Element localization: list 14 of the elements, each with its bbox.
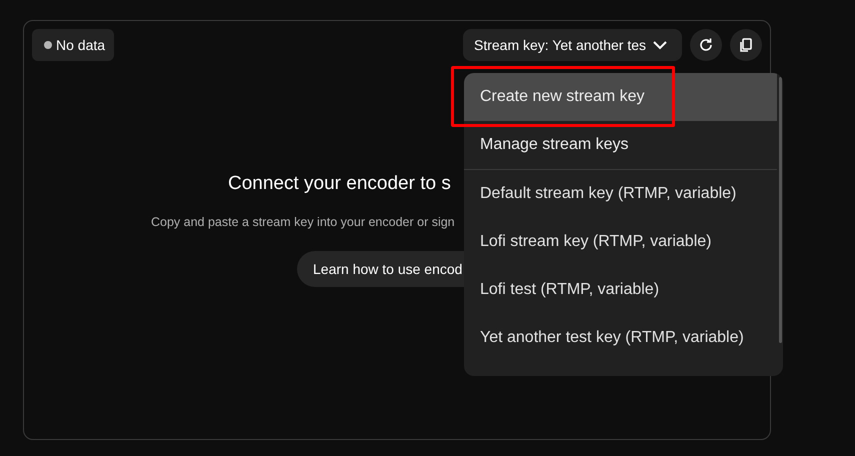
menu-item[interactable]: Create new stream key	[464, 73, 777, 121]
menu-item[interactable]: Manage stream keys	[464, 121, 777, 169]
refresh-icon	[698, 37, 714, 53]
empty-state-text: Copy and paste a stream key into your encoder or sign	[151, 215, 455, 229]
stream-key-select[interactable]: Stream key: Yet another tes	[463, 29, 682, 61]
menu-item[interactable]: Yet another test key (RTMP, variable)	[464, 314, 777, 362]
menu-item[interactable]: Default stream key (RTMP, variable)	[464, 170, 777, 218]
copy-button[interactable]	[730, 29, 762, 61]
empty-state-title: Connect your encoder to s	[228, 173, 451, 195]
refresh-button[interactable]	[690, 29, 722, 61]
scrollbar[interactable]	[779, 77, 782, 343]
copy-icon	[738, 37, 754, 53]
chevron-down-icon	[652, 40, 668, 50]
status-label: No data	[56, 37, 106, 53]
